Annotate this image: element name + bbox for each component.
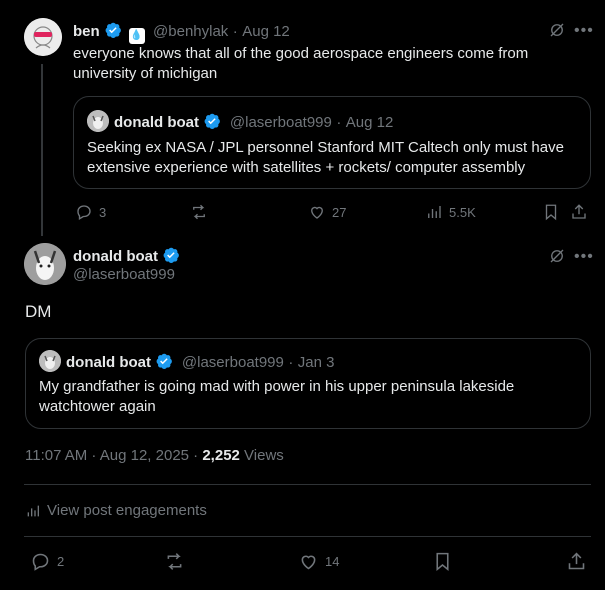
grok-icon[interactable] (548, 21, 566, 44)
bookmark-icon (545, 204, 557, 221)
reply-tweet-text: everyone knows that all of the good aero… (73, 45, 529, 82)
post-meta: 11:07 AM · Aug 12, 2025 · 2,252 Views (25, 447, 284, 464)
share-button[interactable] (566, 551, 587, 572)
verified-badge-icon (155, 352, 173, 370)
views-count: 2,252 (202, 447, 240, 464)
author-name[interactable]: donald boat (73, 248, 158, 265)
reply-button[interactable]: 2 (30, 551, 64, 572)
quoted-tweet-text: My grandfather is going mad with power i… (39, 378, 515, 415)
verified-badge-icon (162, 246, 180, 264)
reply-tweet-header: ben 💧 @benhylak · Aug 12 (73, 21, 290, 44)
author-name[interactable]: ben (73, 23, 100, 40)
share-icon (572, 204, 586, 219)
avatar-donald-boat[interactable] (24, 243, 66, 285)
bookmark-button[interactable] (542, 203, 560, 221)
heart-icon (311, 206, 323, 219)
verified-badge-icon (203, 112, 221, 130)
quoted-author-name: donald boat (114, 114, 199, 131)
post-date[interactable]: Aug 12 (242, 23, 290, 40)
reply-icon (32, 553, 49, 571)
avatar-donald-boat (87, 110, 109, 132)
quoted-tweet-card[interactable]: donald boat @laserboat999 · Jan 3 My gra… (25, 338, 591, 429)
repost-icon (167, 553, 182, 570)
more-options-icon[interactable]: ••• (574, 22, 594, 40)
author-handle[interactable]: @benhylak (153, 23, 228, 40)
verified-badge-icon (104, 21, 122, 39)
divider (24, 536, 591, 537)
view-engagements-link[interactable]: View post engagements (25, 502, 207, 519)
reply-count: 2 (57, 554, 65, 569)
quoted-post-date: Aug 12 (345, 114, 394, 131)
main-tweet-header: donald boat (73, 246, 180, 266)
bookmark-button[interactable] (432, 551, 453, 572)
analytics-icon (27, 505, 39, 516)
repost-button[interactable] (164, 551, 185, 572)
analytics-icon (428, 206, 441, 218)
author-handle[interactable]: @laserboat999 (73, 266, 175, 283)
grok-icon[interactable] (548, 247, 566, 270)
quoted-tweet-card[interactable]: donald boat @laserboat999 · Aug 12 Seeki… (73, 96, 591, 189)
thread-connector-line (41, 64, 43, 236)
like-button[interactable]: 14 (298, 551, 339, 572)
reply-button[interactable]: 3 (75, 203, 106, 221)
quoted-author-handle: @laserboat999 (181, 354, 284, 371)
avatar-donald-boat (39, 350, 61, 372)
more-options-icon[interactable]: ••• (574, 248, 594, 266)
reply-icon (77, 205, 91, 220)
quoted-author-handle: @laserboat999 (229, 114, 332, 131)
quoted-post-date: Jan 3 (297, 354, 335, 371)
like-count: 14 (325, 554, 340, 569)
like-count: 27 (332, 204, 347, 220)
repost-button[interactable] (190, 203, 208, 221)
heart-icon (301, 555, 316, 570)
bookmark-icon (436, 552, 449, 572)
views-count: 5.5K (449, 204, 476, 220)
post-timestamp[interactable]: 11:07 AM · Aug 12, 2025 · (25, 447, 202, 464)
affiliate-badge: 💧 (128, 28, 145, 44)
reply-count: 3 (99, 204, 107, 220)
quoted-author-name: donald boat (66, 354, 151, 371)
divider (24, 484, 591, 485)
views-label: Views (239, 447, 284, 464)
share-icon (568, 552, 585, 570)
views-button[interactable]: 5.5K (425, 203, 476, 221)
view-engagements-label: View post engagements (47, 502, 207, 519)
share-button[interactable] (570, 203, 588, 221)
avatar-ben[interactable] (24, 18, 62, 56)
repost-icon (193, 204, 205, 220)
like-button[interactable]: 27 (308, 203, 346, 221)
quoted-tweet-text: Seeking ex NASA / JPL personnel Stanford… (87, 139, 564, 176)
main-tweet-text: DM (25, 302, 52, 321)
